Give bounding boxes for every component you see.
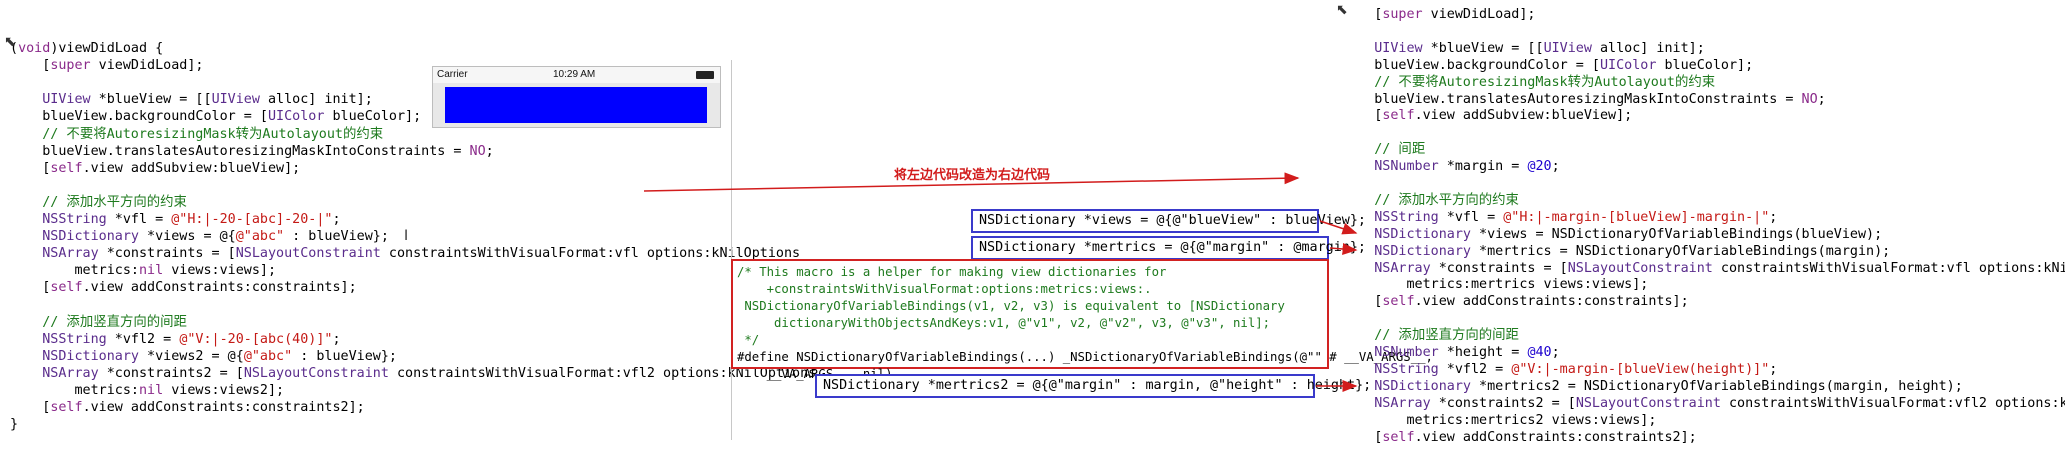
code-line: UIView *blueView = [[UIView alloc] init]…	[1374, 40, 1705, 56]
main-arrow	[643, 172, 1300, 192]
code-line: metrics:mertrics2 views:views];	[1342, 412, 1657, 428]
code-line: blueView.translatesAutoresizingMaskIntoC…	[1342, 91, 1826, 107]
code-line: // 添加竖直方向的间距	[1374, 328, 1519, 344]
code-line: [self.view addConstraints:constraints];	[1342, 294, 1689, 310]
code-line: // 添加水平方向的约束	[1374, 192, 1519, 208]
code-line: [super viewDidLoad];	[1342, 7, 1536, 22]
code-line: metrics:mertrics views:views];	[1342, 277, 1649, 293]
code-line: NSArray *constraints2 = [NSLayoutConstra…	[1374, 395, 2065, 411]
code-line: NSDictionary *mertrics2 = NSDictionaryOf…	[1374, 378, 1963, 394]
code-line: [self.view addConstraints:constraints2];	[1342, 429, 1697, 445]
code-line: NSString *vfl = @"H:|-margin-[blueView]-…	[1374, 209, 1778, 225]
code-line: NSDictionary *views = NSDictionaryOfVari…	[1374, 226, 1883, 242]
code-line: NSDictionary *mertrics = NSDictionaryOfV…	[1374, 243, 1891, 259]
code-line: [self.view addSubview:blueView];	[1342, 108, 1633, 124]
code-line: // 间距	[1374, 142, 1426, 158]
code-line: // 不要将AutoresizingMask转为Autolayout的约束	[1374, 74, 1716, 90]
code-line: NSNumber *margin = @20;	[1374, 159, 1560, 175]
code-line: NSArray *constraints = [NSLayoutConstrai…	[1374, 260, 2065, 276]
code-line: NSString *vfl2 = @"V:|-margin-[blueView(…	[1374, 361, 1778, 377]
code-line: NSNumber *height = @40;	[1374, 345, 1560, 360]
code-line: blueView.backgroundColor = [UIColor blue…	[1342, 57, 1754, 73]
